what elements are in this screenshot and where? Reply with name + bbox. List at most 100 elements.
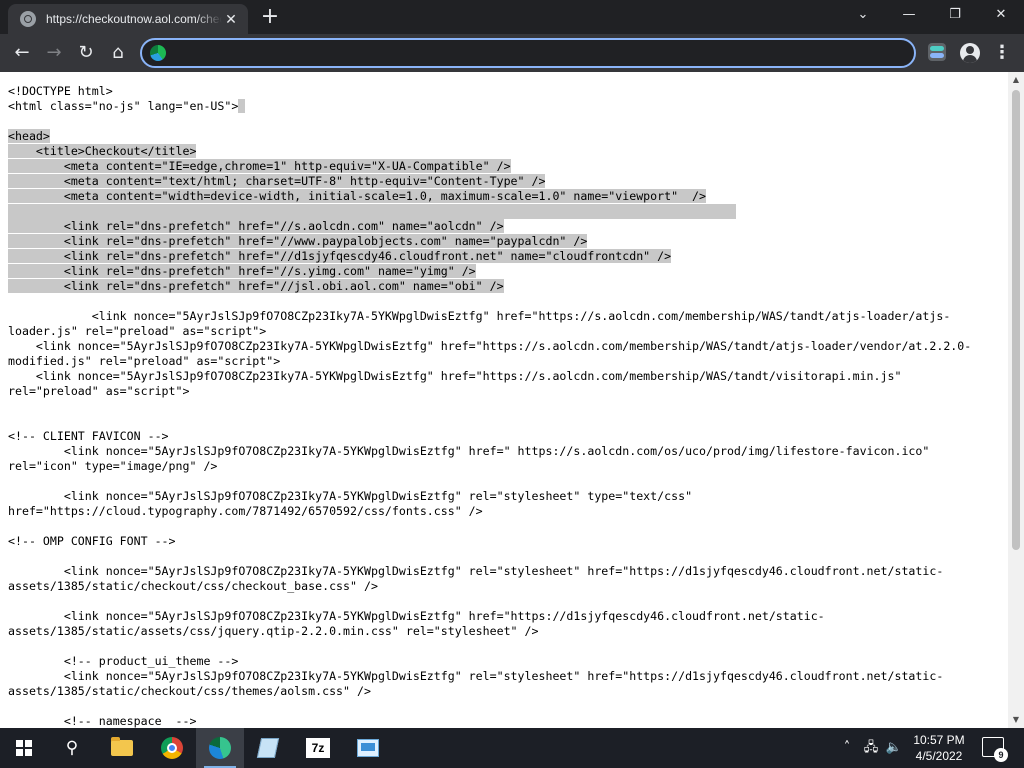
source-line-text: <title>Checkout</title> [8, 144, 197, 158]
source-line: <link rel="dns-prefetch" href="//s.yimg.… [8, 264, 1008, 279]
7zip-icon: 7z [306, 738, 330, 758]
source-line-text: assets/1385/static/checkout/css/checkout… [8, 579, 378, 593]
source-line: <link rel="dns-prefetch" href="//www.pay… [8, 234, 1008, 249]
forward-button[interactable]: → [40, 39, 68, 67]
source-line: <html class="no-js" lang="en-US"> [8, 99, 1008, 114]
source-code: <!DOCTYPE html> <html class="no-js" lang=… [8, 84, 1008, 728]
scroll-up-arrow-icon[interactable]: ▲ [1008, 72, 1024, 88]
vertical-scrollbar[interactable]: ▲ ▼ [1008, 72, 1024, 728]
tab-checkout[interactable]: https://checkoutnow.aol.com/checkout ✕ [8, 4, 248, 34]
notification-count-badge: 9 [994, 748, 1008, 762]
source-line: rel="icon" type="image/png" /> [8, 459, 1008, 474]
source-line [8, 549, 1008, 564]
source-line [8, 594, 1008, 609]
source-line: <link rel="dns-prefetch" href="//jsl.obi… [8, 279, 1008, 294]
network-icon[interactable]: 🖧 [860, 728, 882, 768]
source-line: <link nonce="5AyrJslSJp9fO7O8CZp23Iky7A-… [8, 339, 1008, 354]
source-line: <!-- OMP CONFIG FONT --> [8, 534, 1008, 549]
reload-button[interactable]: ↻ [72, 39, 100, 67]
source-line-text: <link nonce="5AyrJslSJp9fO7O8CZp23Iky7A-… [8, 489, 693, 503]
source-line-text: loader.js" rel="preload" as="script"> [8, 324, 267, 338]
source-line-text: <meta content="width=device-width, initi… [8, 189, 707, 203]
clock-date: 4/5/2022 [915, 749, 963, 763]
source-line: <head> [8, 129, 1008, 144]
source-line: <link nonce="5AyrJslSJp9fO7O8CZp23Iky7A-… [8, 369, 1008, 384]
profile-icon[interactable] [960, 43, 980, 63]
source-line-text: <link nonce="5AyrJslSJp9fO7O8CZp23Iky7A-… [8, 309, 951, 323]
source-line-text: <link nonce="5AyrJslSJp9fO7O8CZp23Iky7A-… [8, 369, 902, 383]
edge-button[interactable] [196, 728, 244, 768]
source-line-text: assets/1385/static/checkout/css/themes/a… [8, 684, 371, 698]
home-button[interactable]: ⌂ [104, 39, 132, 67]
source-line-text: <link nonce="5AyrJslSJp9fO7O8CZp23Iky7A-… [8, 444, 930, 458]
source-line: <link rel="dns-prefetch" href="//d1sjyfq… [8, 249, 1008, 264]
source-line: <link nonce="5AyrJslSJp9fO7O8CZp23Iky7A-… [8, 609, 1008, 624]
address-input[interactable] [176, 44, 896, 62]
source-line-text: <!DOCTYPE html> [8, 84, 113, 98]
source-line: <link nonce="5AyrJslSJp9fO7O8CZp23Iky7A-… [8, 309, 1008, 324]
notepad-button[interactable] [244, 728, 292, 768]
chrome-button[interactable] [148, 728, 196, 768]
source-line [8, 519, 1008, 534]
source-line: <!DOCTYPE html> [8, 84, 1008, 99]
source-line: <meta content="width=device-width, initi… [8, 189, 1008, 204]
folder-icon [111, 737, 133, 756]
source-line-text: <link nonce="5AyrJslSJp9fO7O8CZp23Iky7A-… [8, 609, 825, 623]
source-line: rel="preload" as="script"> [8, 384, 1008, 399]
source-line: assets/1385/static/assets/css/jquery.qti… [8, 624, 1008, 639]
source-line: <link rel="dns-prefetch" href="//s.aolcd… [8, 219, 1008, 234]
minimize-button[interactable]: — [886, 0, 932, 30]
source-line-text: <link rel="dns-prefetch" href="//d1sjyfq… [8, 249, 672, 263]
volume-icon[interactable]: 🔈 [884, 728, 904, 768]
source-line: loader.js" rel="preload" as="script"> [8, 324, 1008, 339]
scrollbar-thumb[interactable] [1012, 90, 1020, 550]
search-icon: ⚲ [65, 738, 79, 758]
source-line-text: modified.js" rel="preload" as="script"> [8, 354, 281, 368]
browser-menu-icon[interactable]: ⋮ [992, 39, 1012, 67]
new-tab-button[interactable]: + [258, 6, 282, 30]
source-line-text [8, 204, 736, 219]
notepad-icon [256, 738, 280, 758]
source-line-text: <!-- product_ui_theme --> [8, 654, 239, 668]
clock[interactable]: 10:57 PM 4/5/2022 [904, 732, 974, 764]
close-tab-icon[interactable]: ✕ [222, 11, 240, 28]
selection-start-marker [238, 99, 246, 113]
source-line [8, 639, 1008, 654]
address-bar[interactable] [140, 38, 916, 68]
extension-icon[interactable] [928, 43, 946, 61]
close-window-button[interactable]: ✕ [978, 0, 1024, 30]
page-content: <!DOCTYPE html> <html class="no-js" lang=… [0, 72, 1008, 728]
back-button[interactable]: ← [8, 39, 36, 67]
7zip-button[interactable]: 7z [294, 728, 342, 768]
source-line: <!-- namespace --> [8, 714, 1008, 728]
source-line [8, 204, 1008, 219]
source-line: assets/1385/static/checkout/css/themes/a… [8, 684, 1008, 699]
browser-toolbar: ← → ↻ ⌂ ⋮ [0, 34, 1024, 72]
control-panel-button[interactable] [344, 728, 392, 768]
tab-search-chevron-icon[interactable]: ⌄ [840, 0, 886, 30]
control-panel-icon [357, 739, 379, 757]
file-explorer-button[interactable] [98, 728, 146, 768]
search-button[interactable]: ⚲ [48, 728, 96, 768]
source-line [8, 399, 1008, 414]
show-hidden-icons-chevron-icon[interactable]: ˄ [838, 728, 856, 768]
source-line-text: <html class="no-js" lang="en-US"> [8, 99, 239, 113]
source-line-text: <link nonce="5AyrJslSJp9fO7O8CZp23Iky7A-… [8, 669, 944, 683]
clock-time: 10:57 PM [913, 733, 965, 747]
chrome-icon [161, 737, 183, 759]
source-line-text: rel="icon" type="image/png" /> [8, 459, 218, 473]
source-line [8, 294, 1008, 309]
site-info-icon[interactable] [150, 45, 166, 61]
source-line-text: href="https://cloud.typography.com/78714… [8, 504, 483, 518]
source-line-text: <link rel="dns-prefetch" href="//jsl.obi… [8, 279, 504, 293]
source-line [8, 699, 1008, 714]
taskbar: ⚲ 7z ˄ 🖧 🔈 10:57 PM 4/5/2022 9 [0, 728, 1024, 768]
restore-button[interactable]: ❐ [932, 0, 978, 30]
scroll-down-arrow-icon[interactable]: ▼ [1008, 712, 1024, 728]
source-line-text: <meta content="IE=edge,chrome=1" http-eq… [8, 159, 511, 173]
tab-title: https://checkoutnow.aol.com/checkout [46, 12, 222, 26]
source-line: <link nonce="5AyrJslSJp9fO7O8CZp23Iky7A-… [8, 489, 1008, 504]
start-button[interactable] [0, 728, 48, 768]
source-line [8, 414, 1008, 429]
source-line-text: <link nonce="5AyrJslSJp9fO7O8CZp23Iky7A-… [8, 339, 972, 353]
